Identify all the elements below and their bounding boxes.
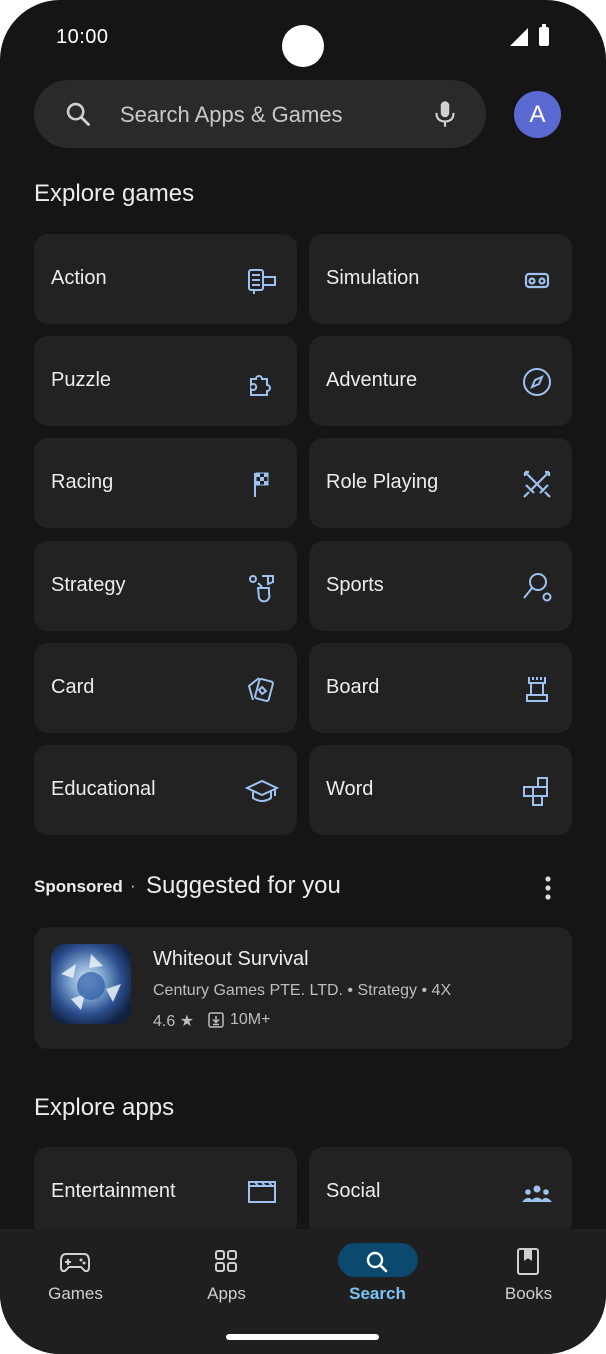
status-bar: 10:00 — [0, 0, 606, 75]
category-puzzle[interactable]: Puzzle — [34, 336, 297, 426]
nav-books[interactable]: Books — [453, 1229, 604, 1329]
category-action[interactable]: Action — [34, 234, 297, 324]
search-bar[interactable]: Search Apps & Games — [34, 80, 486, 148]
compass-icon — [523, 368, 551, 396]
nav-label: Games — [48, 1284, 103, 1303]
search-icon — [66, 102, 90, 126]
app-rating: 4.6 ★ — [153, 1013, 195, 1030]
category-label: Simulation — [326, 267, 420, 289]
category-simulation[interactable]: Simulation — [309, 234, 572, 324]
nav-label: Books — [504, 1284, 553, 1303]
category-label: Word — [326, 778, 374, 800]
home-indicator[interactable] — [226, 1334, 379, 1340]
graduation-cap-icon — [245, 779, 279, 802]
category-label: Racing — [51, 471, 114, 493]
category-label: Strategy — [51, 574, 126, 596]
more-options-icon[interactable] — [540, 874, 556, 902]
cards-icon — [247, 677, 274, 703]
category-word[interactable]: Word — [309, 745, 572, 835]
nav-games[interactable]: Games — [0, 1229, 151, 1329]
people-icon — [522, 1185, 552, 1202]
sponsored-label: Sponsored — [34, 877, 123, 896]
search-input[interactable]: Search Apps & Games — [120, 102, 343, 128]
category-label: Social — [326, 1180, 381, 1202]
puzzle-icon — [250, 375, 271, 396]
category-sports[interactable]: Sports — [309, 541, 572, 631]
category-adventure[interactable]: Adventure — [309, 336, 572, 426]
clapperboard-icon — [248, 1181, 276, 1203]
category-board[interactable]: Board — [309, 643, 572, 733]
category-racing[interactable]: Racing — [34, 438, 297, 528]
nav-apps[interactable]: Apps — [151, 1229, 302, 1329]
nav-label: Search — [349, 1284, 406, 1303]
category-label: Card — [51, 676, 95, 698]
category-educational[interactable]: Educational — [34, 745, 297, 835]
gamepad-icon — [60, 1253, 90, 1273]
nav-label: Apps — [207, 1284, 246, 1303]
suggested-title: Suggested for you — [146, 872, 341, 899]
category-entertainment[interactable]: Entertainment — [34, 1147, 297, 1237]
apps-grid-icon — [215, 1250, 237, 1272]
category-label: Adventure — [326, 369, 418, 391]
suggested-app-card[interactable]: Whiteout Survival Century Games PTE. LTD… — [34, 927, 572, 1049]
category-label: Educational — [51, 778, 156, 800]
explore-games-title: Explore games — [34, 180, 195, 207]
category-label: Action — [51, 267, 107, 289]
crossed-swords-icon — [523, 470, 551, 498]
camera-cutout — [282, 25, 324, 67]
category-strategy[interactable]: Strategy — [34, 541, 297, 631]
app-meta: Century Games PTE. LTD. • Strategy • 4X — [153, 982, 452, 999]
category-label: Board — [326, 676, 380, 698]
book-icon — [517, 1248, 539, 1275]
app-downloads: 10M+ — [230, 1011, 271, 1028]
checkered-flag-icon — [254, 472, 269, 497]
explore-apps-title: Explore apps — [34, 1094, 175, 1121]
racket-icon — [523, 573, 552, 602]
search-icon — [366, 1251, 388, 1273]
word-blocks-icon — [523, 777, 548, 806]
chess-rook-icon — [526, 677, 548, 702]
strategy-icon — [249, 575, 274, 603]
category-label: Puzzle — [51, 369, 112, 391]
arcade-icon — [248, 269, 276, 294]
category-label: Sports — [326, 574, 384, 596]
vr-headset-icon — [524, 272, 550, 289]
nav-search[interactable]: Search — [302, 1229, 453, 1329]
separator-dot: · — [130, 876, 136, 895]
category-social[interactable]: Social — [309, 1147, 572, 1237]
signal-icon — [510, 28, 528, 46]
battery-icon — [539, 24, 549, 46]
category-label: Role Playing — [326, 471, 439, 493]
microphone-icon[interactable] — [432, 98, 458, 130]
app-name: Whiteout Survival — [153, 948, 309, 970]
category-role-playing[interactable]: Role Playing — [309, 438, 572, 528]
phone-screen: 10:00 Search Apps & Games A Explore game… — [0, 0, 606, 1354]
category-card[interactable]: Card — [34, 643, 297, 733]
app-icon — [51, 944, 131, 1024]
category-label: Entertainment — [51, 1180, 176, 1202]
avatar[interactable]: A — [514, 91, 561, 138]
status-time: 10:00 — [56, 26, 109, 48]
download-icon — [208, 1012, 224, 1028]
